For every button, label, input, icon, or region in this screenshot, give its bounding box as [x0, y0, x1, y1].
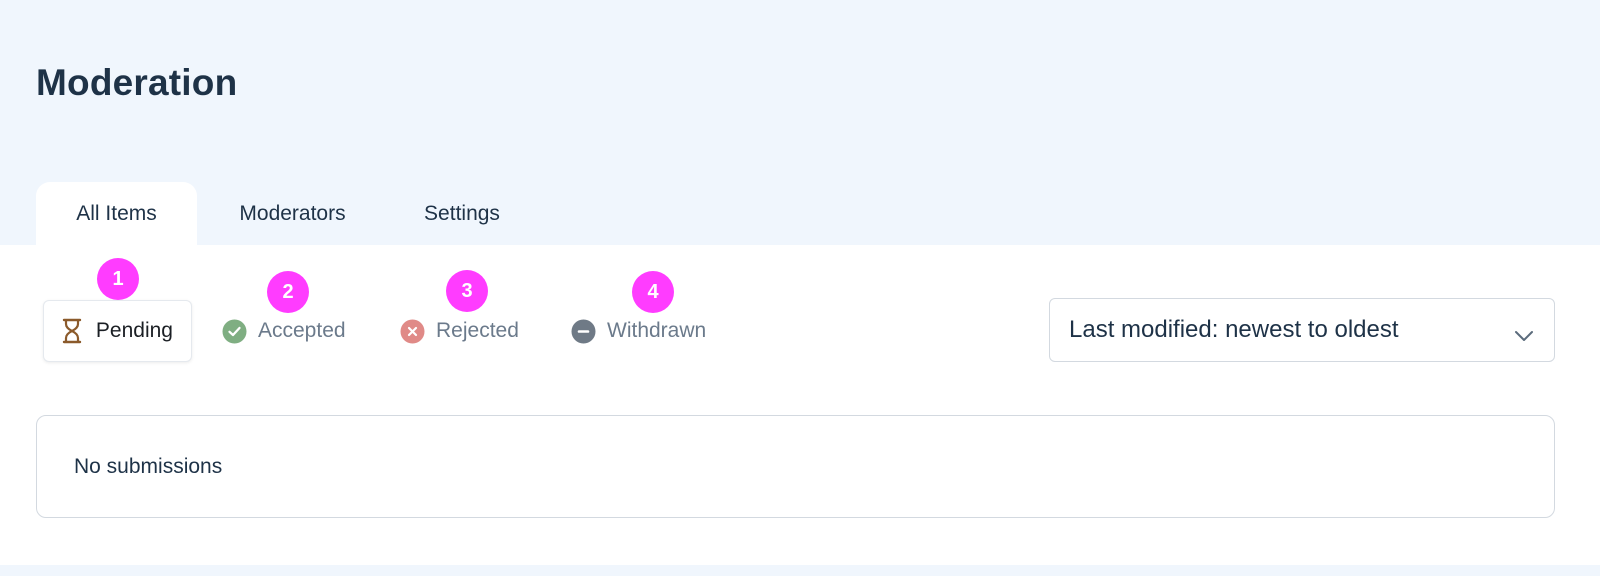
tab-bar: All Items Moderators Settings	[36, 182, 536, 245]
submissions-list: No submissions	[36, 415, 1555, 518]
main-content: Pending Accepted Rejected Withdrawn 1 2 …	[0, 245, 1600, 565]
check-circle-icon	[222, 319, 247, 344]
sort-select[interactable]: Last modified: newest to oldest	[1049, 298, 1555, 362]
filter-pending-label: Pending	[95, 319, 173, 342]
empty-state-text: No submissions	[74, 454, 223, 478]
tab-all-items[interactable]: All Items	[36, 182, 197, 245]
minus-circle-icon	[571, 319, 596, 344]
page-title: Moderation	[36, 62, 238, 103]
annotation-marker-4: 4	[632, 271, 674, 313]
filter-rejected-label: Rejected	[436, 319, 519, 342]
annotation-marker-3: 3	[446, 270, 488, 312]
filter-accepted-label: Accepted	[258, 319, 346, 342]
filter-withdrawn[interactable]: Withdrawn	[571, 300, 706, 362]
x-circle-icon	[400, 319, 425, 344]
filter-pending[interactable]: Pending	[43, 300, 192, 362]
page-header: Moderation All Items Moderators Settings	[0, 0, 1600, 245]
chevron-down-icon	[1514, 321, 1534, 349]
annotation-marker-2: 2	[267, 271, 309, 313]
tab-settings[interactable]: Settings	[388, 182, 536, 245]
annotation-marker-1: 1	[97, 258, 139, 300]
filter-withdrawn-label: Withdrawn	[607, 319, 707, 342]
sort-select-value: Last modified: newest to oldest	[1069, 316, 1399, 343]
tab-moderators[interactable]: Moderators	[197, 182, 388, 245]
hourglass-icon	[60, 318, 85, 344]
